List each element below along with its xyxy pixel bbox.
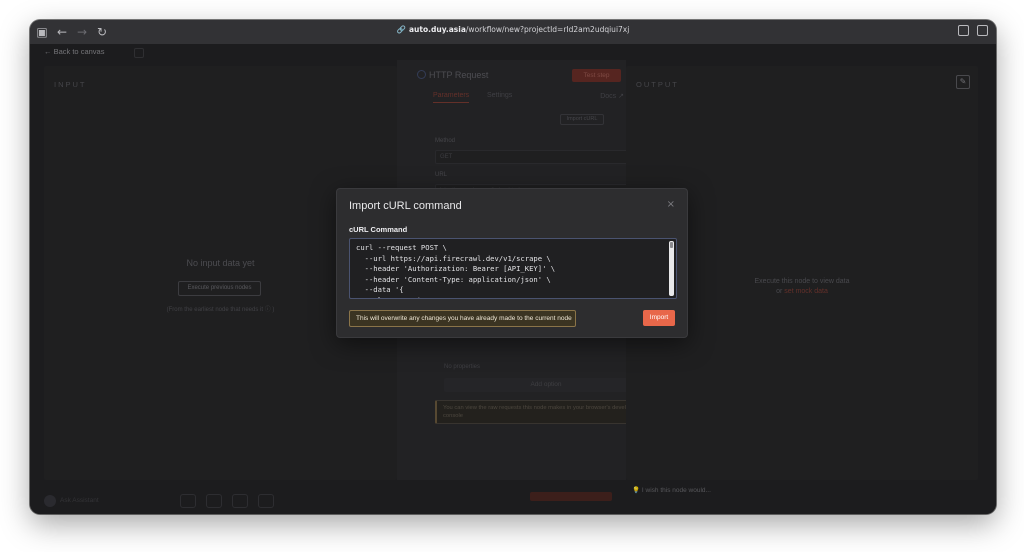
- curl-command-textarea[interactable]: curl --request POST \ --url https://api.…: [349, 238, 677, 299]
- import-button[interactable]: Import: [643, 310, 675, 326]
- url-path: /workflow/new?projectId=rId2am2udqiui7xj: [465, 25, 630, 34]
- overwrite-warning: This will overwrite any changes you have…: [349, 310, 576, 327]
- code-line: --data '{: [356, 285, 404, 295]
- code-line: --url https://api.firecrawl.dev/v1/scrap…: [356, 253, 551, 263]
- browser-window: ▣ ← → ↻ 🔗 auto.duy.asia/workflow/new?proj…: [30, 20, 996, 514]
- curl-command-label: cURL Command: [349, 225, 408, 234]
- scrollbar-thumb[interactable]: [670, 242, 673, 248]
- code-line: "url": "<string>",: [350, 296, 676, 298]
- code-line: curl --request POST \: [356, 243, 447, 252]
- close-icon[interactable]: ×: [667, 199, 675, 210]
- browser-toolbar: ▣ ← → ↻ 🔗 auto.duy.asia/workflow/new?proj…: [30, 20, 996, 44]
- code-line: --header 'Authorization: Bearer [API_KEY…: [356, 264, 556, 274]
- textarea-scrollbar[interactable]: [669, 241, 674, 296]
- split-view-icon[interactable]: [977, 25, 988, 36]
- link-icon: 🔗: [396, 25, 406, 34]
- code-lines: curl --request POST \ --url https://api.…: [350, 239, 676, 298]
- code-line: --header 'Content-Type: application/json…: [356, 274, 551, 284]
- address-bar[interactable]: 🔗 auto.duy.asia/workflow/new?projectId=rI…: [30, 25, 996, 34]
- reader-mode-icon[interactable]: [958, 25, 969, 36]
- modal-title: Import cURL command: [349, 200, 462, 212]
- import-curl-modal: Import cURL command × cURL Command curl …: [336, 188, 688, 338]
- url-host: auto.duy.asia: [409, 25, 466, 34]
